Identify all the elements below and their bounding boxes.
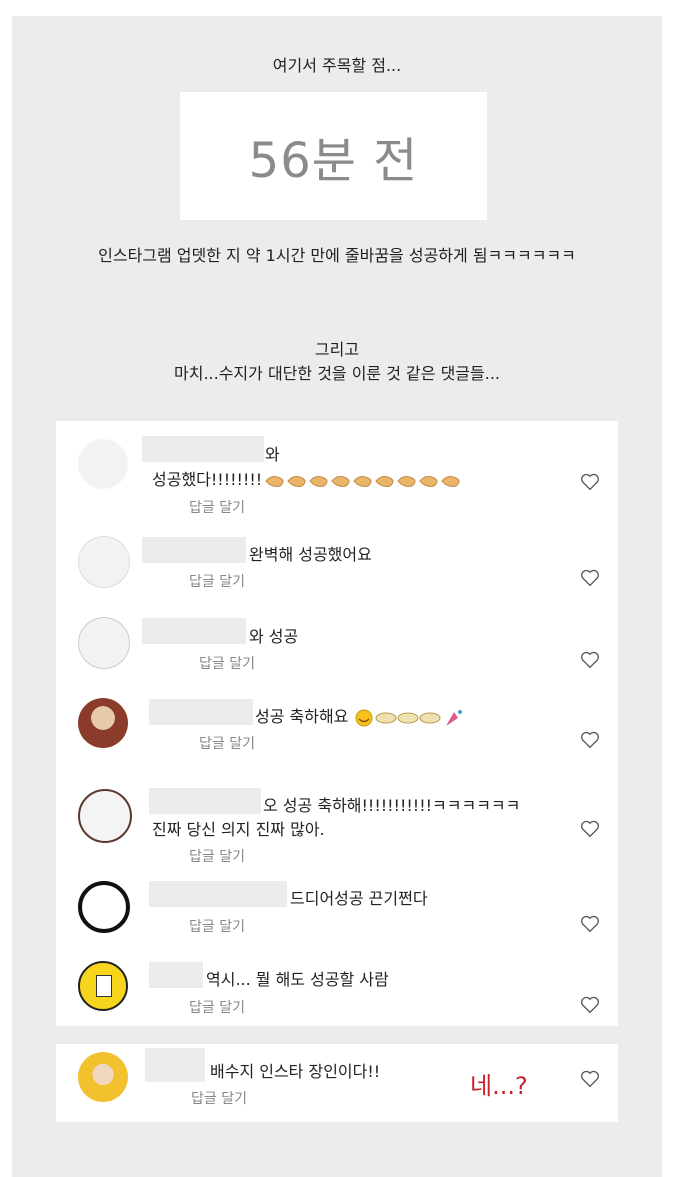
username-redacted: [149, 962, 203, 988]
comments-card: 와 성공했다!!!!!!!! 답글 달기 완벽해 성공했어요 답글 달기 와 성…: [56, 421, 618, 1026]
avatar[interactable]: [78, 881, 130, 933]
heart-icon[interactable]: [580, 651, 600, 669]
username-redacted: [142, 537, 246, 563]
heart-icon[interactable]: [580, 569, 600, 587]
avatar-figure: [96, 975, 112, 997]
annotation-text: 네...?: [470, 1072, 528, 1100]
comment-text: 와 성공: [249, 627, 299, 646]
avatar[interactable]: [78, 698, 128, 748]
heart-icon[interactable]: [580, 1070, 600, 1088]
reply-link[interactable]: 답글 달기: [189, 571, 245, 591]
sparkle-emoji-row: [264, 472, 464, 490]
username-redacted: [149, 699, 253, 725]
heart-icon[interactable]: [580, 915, 600, 933]
username-redacted: [142, 436, 264, 462]
username-redacted: [145, 1048, 205, 1082]
comment-text: 배수지 인스타 장인이다!!: [210, 1062, 381, 1081]
background-panel: 여기서 주목할 점... 56분 전 인스타그램 업뎃한 지 약 1시간 만에 …: [12, 16, 662, 1177]
reply-link[interactable]: 답글 달기: [199, 653, 255, 673]
reply-link[interactable]: 답글 달기: [189, 846, 245, 866]
comment-text-line2: 진짜 당신 의지 진짜 많아.: [152, 820, 325, 839]
comment-text-line2: 성공했다!!!!!!!!: [152, 466, 464, 490]
avatar[interactable]: [78, 961, 128, 1011]
comment-text: 성공 축하해요: [255, 703, 466, 728]
avatar[interactable]: [78, 1052, 128, 1102]
comment-text: 역시... 뭘 해도 성공할 사람: [206, 970, 389, 989]
reply-link[interactable]: 답글 달기: [189, 997, 245, 1017]
comment-card-extra: 배수지 인스타 장인이다!! 답글 달기 네...?: [56, 1044, 618, 1122]
avatar[interactable]: [78, 536, 130, 588]
caption-linebreak: 인스타그램 업뎃한 지 약 1시간 만에 줄바꿈을 성공하게 됨ㅋㅋㅋㅋㅋㅋ: [98, 246, 576, 265]
heart-icon[interactable]: [580, 820, 600, 838]
comment-text: 완벽해 성공했어요: [249, 545, 372, 564]
caption-notice: 여기서 주목할 점...: [272, 56, 402, 75]
username-redacted: [142, 618, 246, 644]
heart-icon[interactable]: [580, 731, 600, 749]
reply-link[interactable]: 답글 달기: [189, 497, 245, 517]
time-ago-text: 56분 전: [248, 133, 419, 189]
caption-and: 그리고: [314, 340, 360, 359]
reply-link[interactable]: 답글 달기: [191, 1088, 247, 1108]
username-redacted: [149, 788, 261, 814]
comment-text: 오 성공 축하해!!!!!!!!!!!ㅋㅋㅋㅋㅋㅋ: [263, 796, 521, 815]
username-redacted: [149, 881, 287, 907]
avatar[interactable]: [78, 789, 132, 843]
muscle-emoji-icons: [265, 475, 460, 487]
comment-text: 드디어성공 끈기쩐다: [290, 889, 428, 908]
time-ago-box: 56분 전: [180, 92, 487, 220]
heart-icon[interactable]: [580, 996, 600, 1014]
reply-link[interactable]: 답글 달기: [199, 733, 255, 753]
reply-link[interactable]: 답글 달기: [189, 916, 245, 936]
celebration-emoji-icons: [355, 709, 462, 726]
avatar[interactable]: [78, 617, 130, 669]
comment-text: 와: [265, 445, 280, 464]
avatar[interactable]: [78, 439, 128, 489]
heart-icon[interactable]: [580, 473, 600, 491]
caption-comments-intro: 마치...수지가 대단한 것을 이룬 것 같은 댓글들...: [174, 364, 500, 383]
